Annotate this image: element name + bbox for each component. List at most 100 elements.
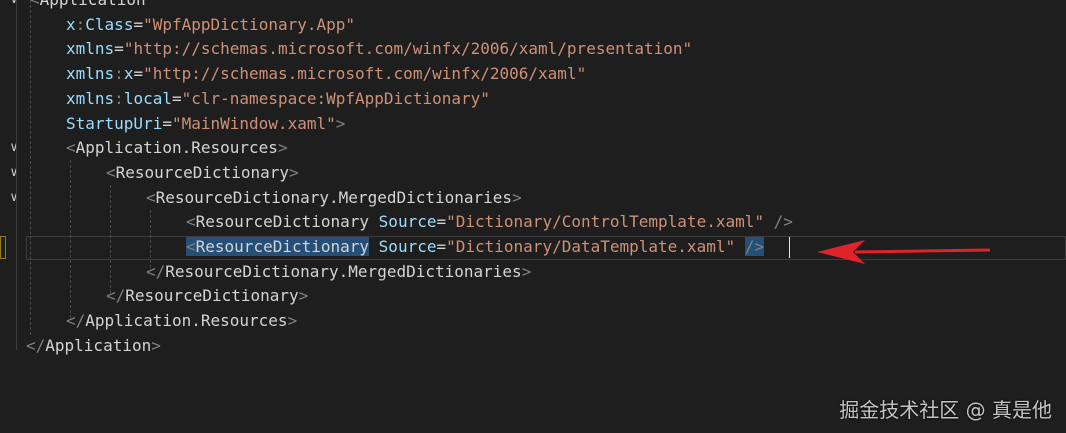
code-text: x:Class="WpfAppDictionary.App" xyxy=(66,13,355,38)
code-token: StartupUri xyxy=(66,113,163,133)
fold-chevron-icon[interactable]: ∨ xyxy=(6,161,22,186)
code-line[interactable]: xmlns:x="http://schemas.microsoft.com/wi… xyxy=(0,62,1066,87)
code-token: < xyxy=(146,187,156,207)
code-token: </ xyxy=(106,286,126,306)
code-token: ResourceDictionary xyxy=(195,212,370,232)
code-token: "Dictionary/ControlTemplate.xaml" xyxy=(446,212,764,232)
code-line[interactable]: x:Class="WpfAppDictionary.App" xyxy=(0,13,1066,38)
code-text: <ResourceDictionary Source="Dictionary/C… xyxy=(186,210,793,235)
code-token: Class xyxy=(85,14,134,34)
code-token: "MainWindow.xaml" xyxy=(171,113,336,133)
code-token: = xyxy=(114,39,124,59)
code-line[interactable]: ∨ <Application.Resources> xyxy=(0,136,1066,161)
fold-chevron-icon[interactable]: ∨ xyxy=(6,186,22,211)
code-token: Application.Resources xyxy=(85,311,288,331)
red-arrow-annotation xyxy=(817,240,991,264)
code-token: xmlns xyxy=(66,39,115,59)
code-token: "http://schemas.microsoft.com/winfx/2006… xyxy=(143,64,587,84)
code-text: <Application.Resources> xyxy=(66,136,288,161)
code-token: ResourceDictionary xyxy=(195,237,370,256)
code-line[interactable]: <ResourceDictionary Source="Dictionary/C… xyxy=(0,210,1066,235)
indent-guide xyxy=(16,0,17,350)
code-token: = xyxy=(162,113,172,133)
code-token: < xyxy=(106,162,116,182)
code-token: </ xyxy=(146,261,166,281)
code-text: <Application xyxy=(30,0,146,13)
code-line[interactable]: ∨ <ResourceDictionary> xyxy=(0,161,1066,186)
code-token: : xyxy=(75,14,86,34)
code-token: = xyxy=(436,237,447,256)
fold-chevron-icon[interactable]: ∨ xyxy=(6,0,22,13)
code-text: xmlns="http://schemas.microsoft.com/winf… xyxy=(66,37,692,62)
code-token: Source xyxy=(378,212,437,232)
code-token: > xyxy=(289,162,299,182)
code-token: x xyxy=(66,14,76,34)
code-token: /> xyxy=(773,212,793,232)
arrow-shaft xyxy=(854,248,991,254)
code-token: = xyxy=(133,14,144,34)
code-token: "http://schemas.microsoft.com/winfx/2006… xyxy=(123,39,693,59)
indent-guide xyxy=(110,185,111,293)
code-token: ResourceDictionary.MergedDictionaries xyxy=(155,187,513,207)
code-token: local xyxy=(123,88,172,108)
code-text: <ResourceDictionary Source="Dictionary/D… xyxy=(186,235,764,260)
code-token: > xyxy=(512,187,522,207)
code-token: < xyxy=(186,237,196,256)
code-token: ResourceDictionary xyxy=(125,286,299,306)
text-caret xyxy=(789,237,790,258)
code-token: x xyxy=(123,64,134,84)
code-text: <ResourceDictionary> xyxy=(106,161,299,186)
code-token: ResourceDictionary xyxy=(115,162,290,182)
code-token: > xyxy=(335,113,346,133)
code-token: </ xyxy=(26,335,46,355)
watermark: 掘金技术社区 @ 真是他 xyxy=(839,398,1052,422)
code-text: StartupUri="MainWindow.xaml"> xyxy=(66,112,345,137)
code-token: xmlns xyxy=(66,88,115,108)
code-token: Source xyxy=(378,237,437,256)
code-token: > xyxy=(287,311,298,331)
code-line[interactable]: ∨ <ResourceDictionary.MergedDictionaries> xyxy=(0,186,1066,211)
code-line[interactable]: xmlns="http://schemas.microsoft.com/winf… xyxy=(0,37,1066,62)
code-text: <ResourceDictionary.MergedDictionaries> xyxy=(146,186,522,211)
code-token: "WpfAppDictionary.App" xyxy=(143,14,356,34)
code-token: xmlns xyxy=(66,64,115,84)
code-token: "clr-namespace:WpfAppDictionary" xyxy=(181,88,490,108)
code-text: </ResourceDictionary> xyxy=(106,284,308,309)
code-token: = xyxy=(133,64,144,84)
code-editor[interactable]: ∨<Applicationx:Class="WpfAppDictionary.A… xyxy=(0,0,1066,433)
code-text: </ResourceDictionary.MergedDictionaries> xyxy=(146,260,531,285)
code-token: = xyxy=(436,212,447,232)
code-line[interactable]: </Application.Resources> xyxy=(0,309,1066,334)
fold-chevron-icon[interactable]: ∨ xyxy=(6,136,22,161)
indent-guide xyxy=(150,210,151,268)
indent-guide xyxy=(70,160,71,318)
code-token: : xyxy=(114,88,124,108)
code-token: Application.Resources xyxy=(75,138,278,158)
code-text: </Application.Resources> xyxy=(66,309,297,334)
code-token: < xyxy=(66,138,76,158)
code-line[interactable]: </ResourceDictionary> xyxy=(0,284,1066,309)
code-text: xmlns:local="clr-namespace:WpfAppDiction… xyxy=(66,87,490,112)
code-token: : xyxy=(114,64,124,84)
code-token: > xyxy=(277,138,288,158)
code-line[interactable]: ∨ <Application xyxy=(0,0,1066,13)
code-line[interactable]: StartupUri="MainWindow.xaml"> xyxy=(0,112,1066,137)
code-token: < xyxy=(30,0,40,9)
code-text: xmlns:x="http://schemas.microsoft.com/wi… xyxy=(66,62,586,87)
code-line[interactable]: xmlns:local="clr-namespace:WpfAppDiction… xyxy=(0,87,1066,112)
code-token: </ xyxy=(66,311,86,331)
code-token: < xyxy=(186,212,196,232)
code-token: = xyxy=(171,88,182,108)
code-token: ResourceDictionary.MergedDictionaries xyxy=(165,261,522,281)
indent-guide xyxy=(30,0,31,335)
code-token: Application xyxy=(40,0,146,9)
code-token: > xyxy=(151,335,161,355)
code-token: "Dictionary/DataTemplate.xaml" xyxy=(446,237,736,256)
code-token: > xyxy=(298,286,309,306)
code-line[interactable]: </Application> xyxy=(0,334,1066,359)
code-text: </Application> xyxy=(26,334,161,359)
